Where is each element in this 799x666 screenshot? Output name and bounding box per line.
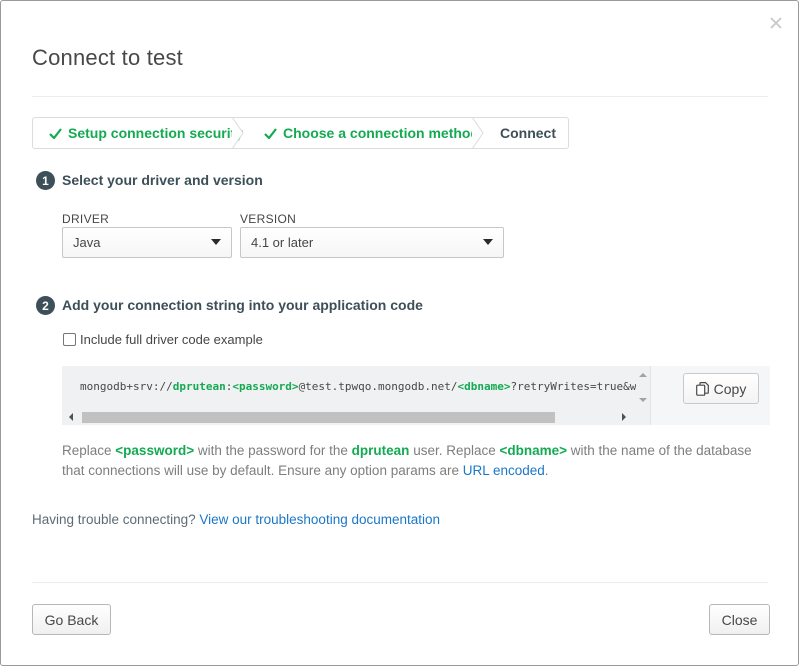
step-connection-method[interactable]: Choose a connection method: [244, 117, 484, 149]
version-label: VERSION: [240, 212, 297, 226]
conn-password: <password>: [232, 380, 299, 393]
version-select[interactable]: 4.1 or later: [240, 227, 504, 258]
step-label: Setup connection security: [68, 125, 244, 141]
username: dprutean: [351, 443, 410, 458]
wizard-steps: Setup connection security Choose a conne…: [32, 117, 569, 149]
help-text-part: Replace: [62, 443, 116, 458]
chevron-right-icon: [471, 117, 484, 149]
caret-down-icon: [483, 239, 493, 245]
version-selected-value: 4.1 or later: [251, 235, 314, 250]
modal-title: Connect to test: [32, 45, 183, 70]
go-back-button[interactable]: Go Back: [32, 604, 111, 635]
scroll-right-icon[interactable]: [620, 413, 628, 421]
connect-modal: Connect to test Setup connection securit…: [0, 0, 799, 666]
vertical-scrollbar[interactable]: [636, 366, 650, 410]
horizontal-scrollbar[interactable]: [62, 410, 637, 425]
step-number-badge: 2: [36, 296, 55, 315]
copy-button[interactable]: Copy: [683, 373, 759, 404]
conn-user: dprutean: [172, 380, 226, 393]
dbname-placeholder: <dbname>: [499, 443, 568, 458]
conn-prefix: mongodb+srv://: [80, 380, 173, 393]
caret-down-icon: [211, 239, 221, 245]
troubleshooting-link[interactable]: View our troubleshooting documentation: [199, 512, 440, 527]
connection-string-panel: mongodb+srv://dprutean:<password>@test.t…: [62, 366, 770, 425]
conn-suffix: ?retryWrites=true&w: [510, 380, 637, 393]
checkbox-label: Include full driver code example: [80, 332, 263, 347]
chevron-right-icon: [231, 117, 244, 149]
check-icon: [49, 127, 62, 139]
close-icon[interactable]: [768, 15, 784, 31]
check-icon: [264, 127, 277, 139]
conn-host: @test.tpwqo.mongodb.net/: [298, 380, 458, 393]
step-label: Choose a connection method: [283, 125, 480, 141]
full-driver-example-option: Include full driver code example: [62, 332, 263, 347]
password-placeholder: <password>: [115, 443, 195, 458]
trouble-label: Having trouble connecting?: [32, 512, 200, 527]
full-driver-example-checkbox[interactable]: [63, 333, 76, 346]
help-text-part: .: [544, 463, 549, 478]
section-title-connection-string: Add your connection string into your app…: [62, 297, 423, 313]
scroll-left-icon[interactable]: [67, 413, 75, 421]
step-number-badge: 1: [36, 171, 55, 190]
connection-string-text[interactable]: mongodb+srv://dprutean:<password>@test.t…: [80, 380, 636, 393]
help-text-part: with the password for the: [194, 443, 352, 458]
section-title-driver: Select your driver and version: [62, 172, 263, 188]
driver-label: DRIVER: [62, 212, 110, 226]
conn-dbname: <dbname>: [457, 380, 511, 393]
connection-string-box[interactable]: mongodb+srv://dprutean:<password>@test.t…: [62, 366, 651, 425]
footer-divider: [32, 582, 768, 583]
header-divider: [32, 96, 768, 97]
step-connect: Connect: [484, 118, 568, 148]
troubleshooting-text: Having trouble connecting? View our trou…: [32, 512, 440, 527]
horizontal-scroll-thumb[interactable]: [82, 412, 555, 423]
step-label: Connect: [500, 125, 556, 141]
step-setup-security[interactable]: Setup connection security: [33, 117, 244, 149]
connection-help-text: Replace <password> with the password for…: [62, 441, 770, 481]
scroll-down-icon[interactable]: [639, 396, 647, 404]
driver-selected-value: Java: [73, 235, 101, 250]
url-encoded-link[interactable]: URL encoded: [463, 463, 545, 478]
driver-select[interactable]: Java: [62, 227, 232, 258]
copy-icon: [695, 381, 709, 396]
copy-label: Copy: [713, 380, 747, 397]
help-text-part: user. Replace: [409, 443, 500, 458]
close-button[interactable]: Close: [709, 604, 770, 635]
scroll-up-icon[interactable]: [639, 371, 647, 379]
